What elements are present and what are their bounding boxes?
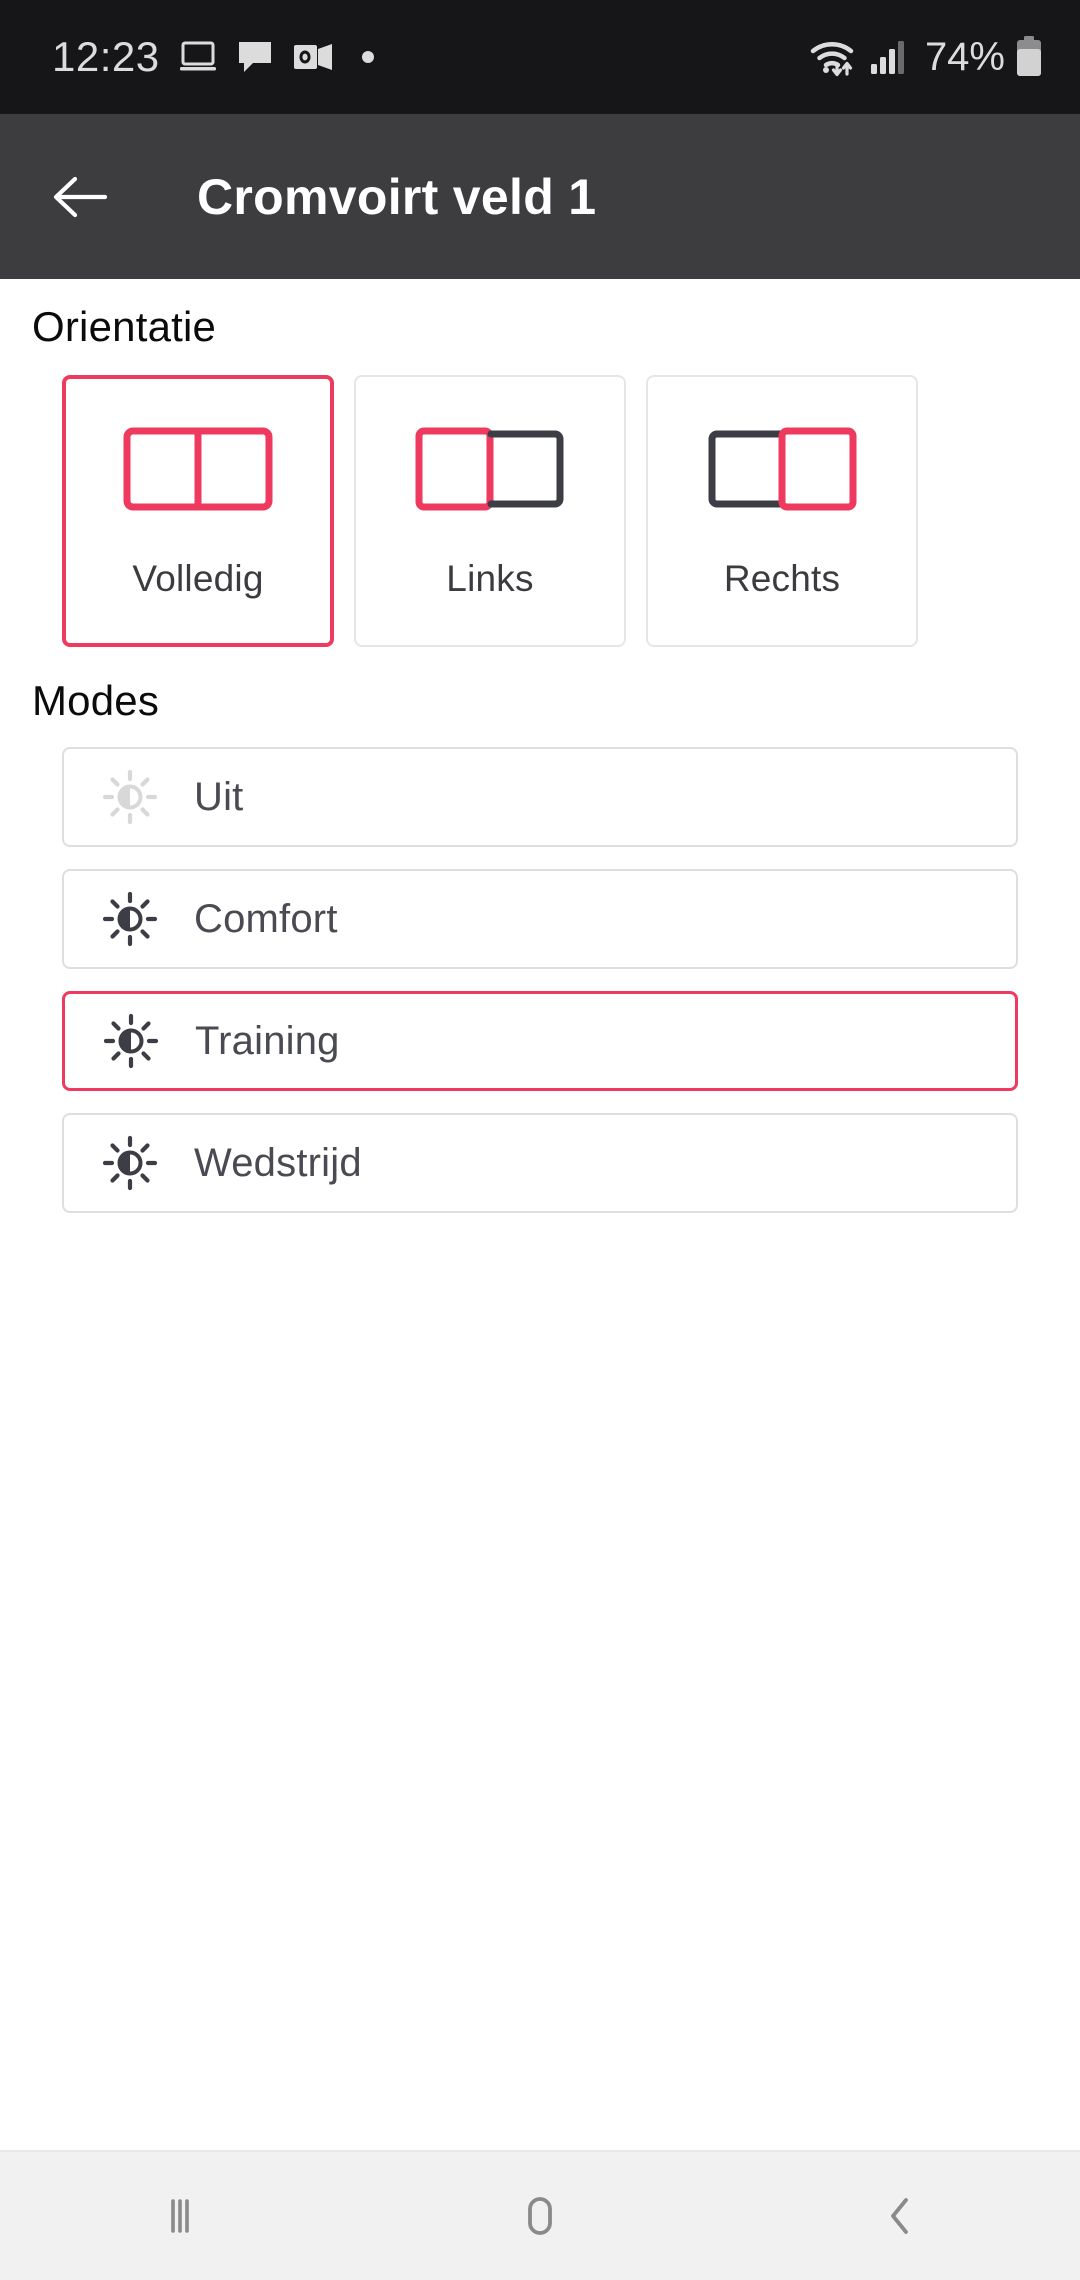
brightness-icon (102, 1135, 158, 1191)
recents-icon (171, 2199, 189, 2233)
home-button[interactable] (465, 2166, 615, 2266)
brightness-icon (102, 891, 158, 947)
chat-bubble-icon (236, 39, 274, 75)
split-left-icon (415, 427, 565, 511)
orientation-label: Links (446, 558, 534, 599)
wifi-icon (809, 36, 859, 78)
mode-row-wedstrijd[interactable]: Wedstrijd (62, 1113, 1018, 1213)
navigation-bar (0, 2150, 1080, 2280)
mode-row-training[interactable]: Training (62, 991, 1018, 1091)
status-bar: 12:23 74% (0, 0, 1080, 114)
back-nav-button[interactable] (825, 2166, 975, 2266)
battery-percent-label: 74% (924, 35, 1005, 79)
outlook-icon (292, 40, 334, 74)
laptop-icon (178, 40, 218, 74)
status-bar-right: 74% (809, 35, 1044, 79)
app-bar: Cromvoirt veld 1 (0, 114, 1080, 279)
orientation-label: Rechts (723, 558, 841, 599)
signal-icon (868, 38, 908, 76)
mode-label: Training (195, 1018, 340, 1063)
status-time: 12:23 (52, 33, 160, 80)
status-bar-left: 12:23 (52, 36, 374, 78)
orientation-option-volledig[interactable]: Volledig (62, 375, 334, 647)
orientation-label: Volledig (132, 558, 264, 599)
orientation-options: Volledig Links Rechts (0, 351, 1080, 647)
brightness-icon (103, 1013, 159, 1069)
split-both-icon (123, 427, 273, 511)
mode-row-uit[interactable]: Uit (62, 747, 1018, 847)
back-icon (891, 2198, 908, 2234)
battery-icon (1014, 35, 1044, 79)
phone-screen: 12:23 74% Cromvoirt veld 1 Orientatie Vo… (0, 0, 1080, 2280)
modes-heading: Modes (32, 677, 160, 724)
recents-button[interactable] (105, 2166, 255, 2266)
brightness-icon (102, 769, 158, 825)
back-button[interactable] (48, 165, 112, 229)
mode-label: Uit (194, 774, 244, 819)
mode-label: Comfort (194, 896, 338, 941)
orientation-heading: Orientatie (32, 303, 217, 350)
home-icon (528, 2197, 552, 2235)
mode-label: Wedstrijd (194, 1140, 362, 1185)
arrow-left-icon (53, 176, 108, 217)
notification-dot-icon (361, 51, 374, 63)
orientation-option-rechts[interactable]: Rechts (646, 375, 918, 647)
main-content: Orientatie Volledig Links Rechts Modes U… (0, 279, 1080, 2150)
orientation-option-links[interactable]: Links (354, 375, 626, 647)
mode-row-comfort[interactable]: Comfort (62, 869, 1018, 969)
split-right-icon (707, 427, 857, 511)
page-title: Cromvoirt veld 1 (197, 168, 597, 225)
modes-list: Uit Comfort Training Wedstrijd (0, 725, 1080, 1213)
